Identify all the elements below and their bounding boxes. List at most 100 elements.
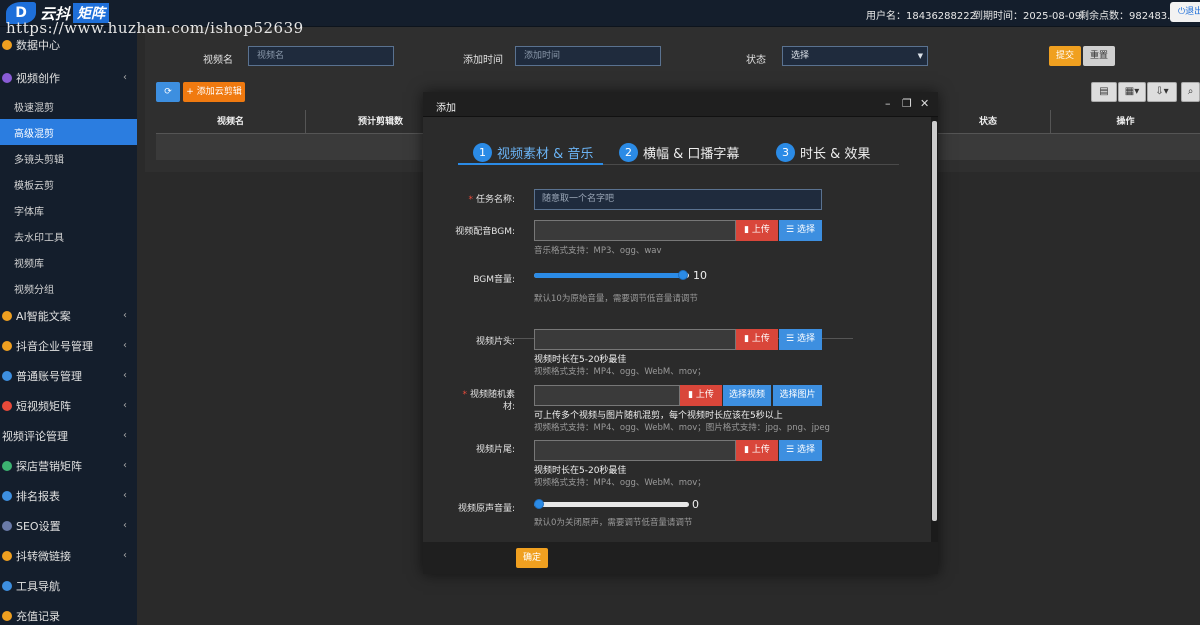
upload-icon: ▮ xyxy=(744,445,752,455)
search-button[interactable]: ⌕ xyxy=(1181,82,1200,102)
bgm-volume-slider[interactable] xyxy=(534,269,689,283)
dialog-scrollbar[interactable] xyxy=(931,117,938,542)
video-name-input[interactable]: 视频名 xyxy=(248,46,394,66)
status-select[interactable]: 选择 ▼ xyxy=(782,46,928,66)
original-volume-value: 0 xyxy=(692,498,699,511)
logout-button[interactable]: ⏻退出 xyxy=(1170,2,1200,22)
toggle-view-button[interactable]: ▤ xyxy=(1091,82,1117,102)
confirm-button[interactable]: 确定 xyxy=(516,548,548,568)
bgm-upload-button[interactable]: ▮ 上传 xyxy=(736,220,778,241)
sidebar-subitem[interactable]: 字体库 xyxy=(0,197,137,223)
outro-format-hint: 视频格式支持：MP4、ogg、WebM、mov； xyxy=(534,478,706,488)
slider-fill xyxy=(534,273,684,278)
sidebar-subitem[interactable]: 视频库 xyxy=(0,249,137,275)
select-image-button[interactable]: 选择图片 xyxy=(773,385,822,406)
menu-icon xyxy=(2,611,12,621)
sidebar-item-label: AI智能文案 xyxy=(16,310,71,323)
random-upload-button[interactable]: ▮ 上传 xyxy=(680,385,722,406)
refresh-button[interactable]: ⟳ xyxy=(156,82,180,102)
maximize-icon[interactable]: ❐ xyxy=(902,97,912,110)
outro-label: 视频片尾: xyxy=(475,445,515,455)
sidebar-subitem[interactable]: 视频分组 xyxy=(0,275,137,301)
outro-file-input[interactable] xyxy=(534,440,736,461)
task-name-input[interactable]: 随意取一个名字吧 xyxy=(534,189,822,210)
chevron-left-icon: ‹ xyxy=(123,520,127,531)
bgm-file-input[interactable] xyxy=(534,220,736,241)
step-1-tab[interactable]: 1 视频素材 & 音乐 xyxy=(473,139,593,165)
column-header[interactable]: 视频名 xyxy=(156,110,306,134)
close-icon[interactable]: ✕ xyxy=(920,97,929,110)
sidebar-item-label: 充值记录 xyxy=(16,610,60,623)
add-cloud-edit-button[interactable]: + 添加云剪辑 xyxy=(183,82,245,102)
outro-upload-button[interactable]: ▮ 上传 xyxy=(736,440,778,461)
sidebar-item[interactable]: 探店营销矩阵 ‹ xyxy=(0,451,137,481)
upload-label: 上传 xyxy=(695,390,714,400)
video-name-label: 视频名 xyxy=(203,55,233,66)
add-time-label: 添加时间 xyxy=(463,55,503,66)
upload-label: 上传 xyxy=(751,445,770,455)
list-icon: ▤ xyxy=(1099,86,1109,97)
random-format-hint: 视频格式支持：MP4、ogg、WebM、mov；图片格式支持：jpg、png、j… xyxy=(534,423,830,433)
select-video-button[interactable]: 选择视频 xyxy=(723,385,771,406)
bgm-format-hint: 音乐格式支持：MP3、ogg、wav xyxy=(534,246,662,256)
slider-knob[interactable] xyxy=(534,499,544,509)
original-volume-slider[interactable] xyxy=(534,498,689,512)
export-button[interactable]: ⇩▾ xyxy=(1147,82,1177,102)
sidebar-item[interactable]: 充值记录 xyxy=(0,601,137,625)
step-2-number: 2 xyxy=(619,142,638,162)
random-file-input[interactable] xyxy=(534,385,680,406)
reset-button[interactable]: 重置 xyxy=(1083,46,1115,66)
column-header[interactable]: 状态 xyxy=(926,110,1051,134)
intro-upload-button[interactable]: ▮ 上传 xyxy=(736,329,778,350)
sidebar-item-label: 探店营销矩阵 xyxy=(16,460,82,473)
step-2-label: 横幅 & 口播字幕 xyxy=(643,146,740,162)
sidebar-item[interactable]: SEO设置 ‹ xyxy=(0,511,137,541)
sidebar-item-label: 抖音企业号管理 xyxy=(16,340,93,353)
intro-select-button[interactable]: ☰ 选择 xyxy=(779,329,822,350)
required-mark: * xyxy=(468,195,473,205)
sidebar-subitem[interactable]: 极速混剪 xyxy=(0,93,137,119)
submit-button[interactable]: 提交 xyxy=(1049,46,1081,66)
sidebar-subitem[interactable]: 高级混剪 xyxy=(0,119,137,145)
add-time-input[interactable]: 添加时间 xyxy=(515,46,661,66)
sidebar-subitem[interactable]: 去水印工具 xyxy=(0,223,137,249)
step-3-tab[interactable]: 3 时长 & 效果 xyxy=(776,139,870,165)
intro-file-input[interactable] xyxy=(534,329,736,350)
sidebar-item[interactable]: 排名报表 ‹ xyxy=(0,481,137,511)
random-duration-hint: 可上传多个视频与图片随机混剪，每个视频时长应该在5秒以上 xyxy=(534,411,783,421)
sidebar-item[interactable]: 抖音企业号管理 ‹ xyxy=(0,331,137,361)
intro-duration-hint: 视频时长在5-20秒最佳 xyxy=(534,355,627,365)
status-select-value: 选择 xyxy=(791,51,810,61)
upload-icon: ▮ xyxy=(744,334,752,344)
outro-select-button[interactable]: ☰ 选择 xyxy=(779,440,822,461)
column-header[interactable]: 操作 xyxy=(1051,110,1200,134)
sidebar-item[interactable]: 抖转微链接 ‹ xyxy=(0,541,137,571)
slider-knob[interactable] xyxy=(678,270,688,280)
minimize-icon[interactable]: – xyxy=(885,97,891,110)
sidebar-subitem[interactable]: 模板云剪 xyxy=(0,171,137,197)
sidebar-item-label: 普通账号管理 xyxy=(16,370,82,383)
menu-icon xyxy=(2,461,12,471)
step-2-tab[interactable]: 2 横幅 & 口播字幕 xyxy=(619,139,739,165)
bgm-select-button[interactable]: ☰ 选择 xyxy=(779,220,822,241)
scrollbar-thumb[interactable] xyxy=(932,121,937,521)
columns-button[interactable]: ▦▾ xyxy=(1118,82,1146,102)
sidebar-item[interactable]: 普通账号管理 ‹ xyxy=(0,361,137,391)
sidebar-subitem[interactable]: 多镜头剪辑 xyxy=(0,145,137,171)
sidebar-item[interactable]: 视频创作 ‹ xyxy=(0,63,137,93)
required-mark: * xyxy=(462,390,467,400)
select-label: 选择 xyxy=(796,445,815,455)
sidebar-item-label: 排名报表 xyxy=(16,490,60,503)
sidebar-item-label: 短视频矩阵 xyxy=(16,400,71,413)
username-text: 用户名：18436288222 xyxy=(866,11,976,22)
status-label: 状态 xyxy=(746,55,766,66)
dialog-title: 添加 xyxy=(436,103,456,114)
original-volume-label: 视频原声音量: xyxy=(457,504,515,514)
menu-icon xyxy=(2,371,12,381)
sidebar-item[interactable]: 短视频矩阵 ‹ xyxy=(0,391,137,421)
sidebar-item[interactable]: 视频评论管理 ‹ xyxy=(0,421,137,451)
sidebar-item[interactable]: 工具导航 xyxy=(0,571,137,601)
list-icon: ☰ xyxy=(786,445,797,455)
sidebar-item[interactable]: AI智能文案 ‹ xyxy=(0,301,137,331)
step-3-number: 3 xyxy=(776,142,795,162)
